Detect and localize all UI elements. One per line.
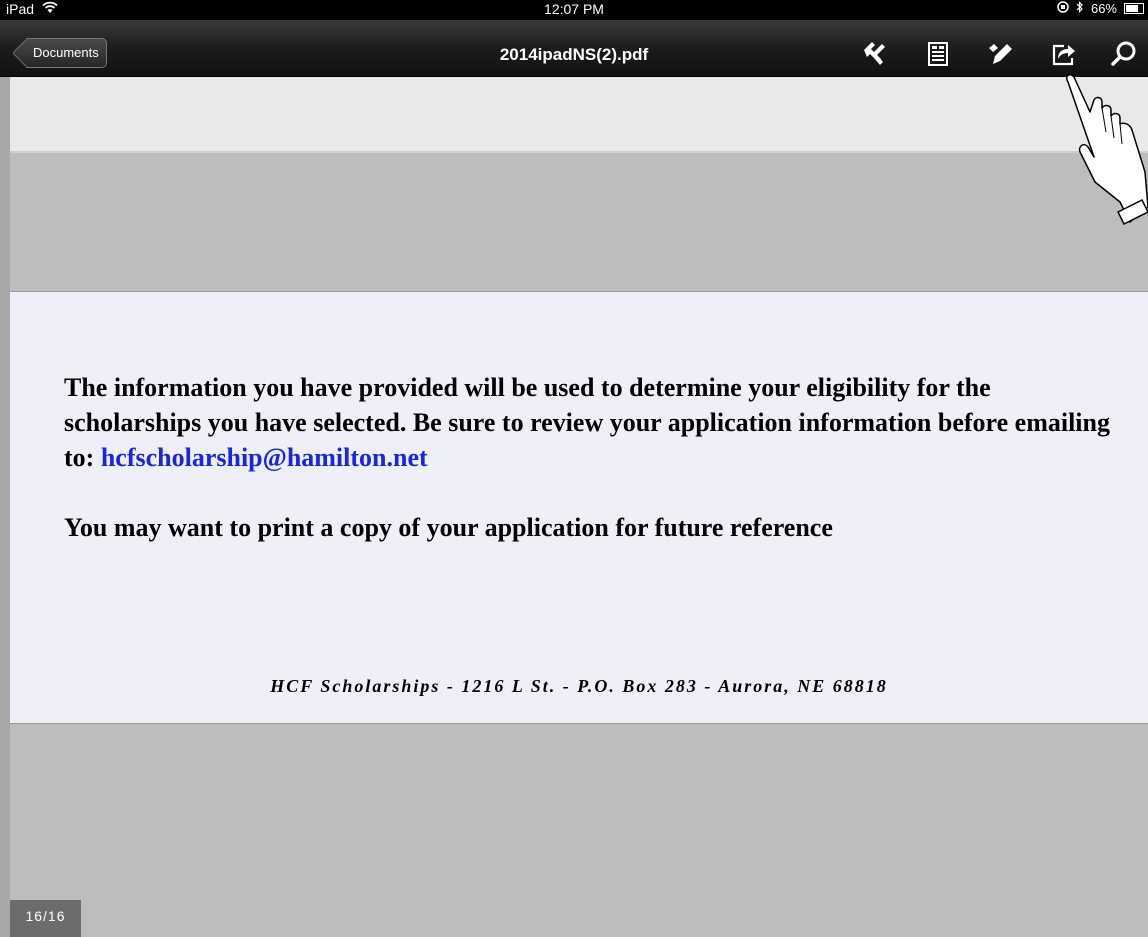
status-time: 12:07 PM bbox=[544, 1, 604, 17]
tools-icon[interactable] bbox=[858, 38, 890, 70]
rotation-lock-icon bbox=[1057, 1, 1069, 16]
share-icon[interactable] bbox=[1048, 38, 1080, 70]
viewer-left-edge bbox=[0, 77, 10, 937]
pointing-hand-icon bbox=[1050, 72, 1148, 242]
page-gap bbox=[10, 153, 1148, 291]
page-indicator-label: 16/16 bbox=[25, 908, 66, 924]
battery-icon bbox=[1124, 3, 1144, 14]
page-indicator: 16/16 bbox=[10, 900, 81, 937]
thumbnails-icon[interactable] bbox=[922, 38, 954, 70]
document-title: 2014ipadNS(2).pdf bbox=[499, 45, 649, 64]
page-content: The information you have provided will b… bbox=[64, 370, 1134, 545]
bluetooth-icon bbox=[1076, 1, 1084, 16]
previous-page-bottom bbox=[10, 77, 1148, 153]
print-reminder: You may want to print a copy of your app… bbox=[64, 513, 833, 542]
search-icon[interactable] bbox=[1108, 38, 1140, 70]
battery-percent: 66% bbox=[1090, 1, 1117, 16]
page-footer-address: HCF Scholarships - 1216 L St. - P.O. Box… bbox=[270, 676, 888, 696]
email-link[interactable]: hcfscholarship@hamilton.net bbox=[101, 443, 428, 472]
annotate-icon[interactable] bbox=[985, 38, 1017, 70]
eligibility-paragraph: The information you have provided will b… bbox=[64, 370, 1134, 475]
pdf-page[interactable]: The information you have provided will b… bbox=[10, 291, 1148, 724]
status-bar: iPad 12:07 PM 66% bbox=[0, 0, 1148, 20]
